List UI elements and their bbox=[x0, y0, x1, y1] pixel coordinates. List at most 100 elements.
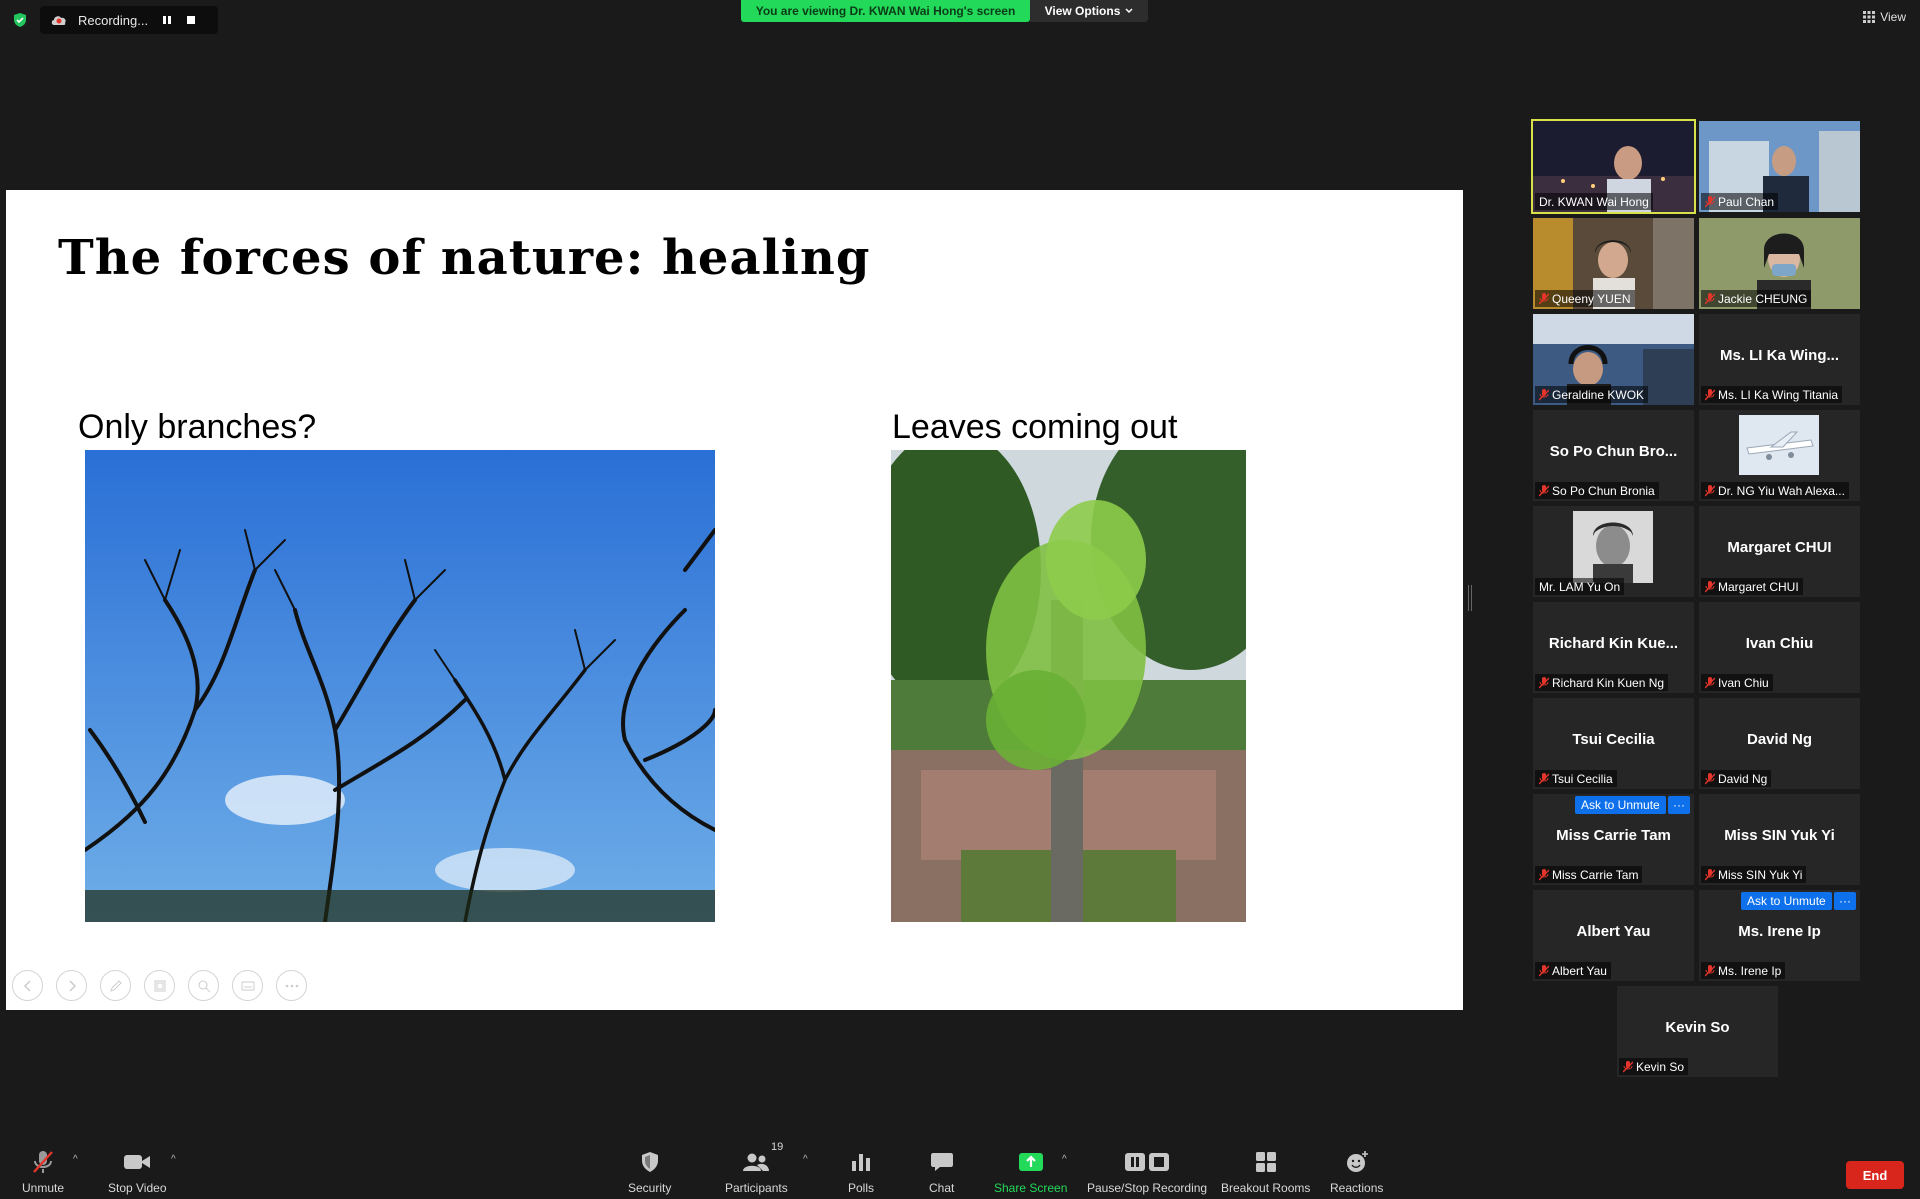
right-caption: Leaves coming out bbox=[892, 408, 1178, 446]
audio-options-caret[interactable]: ^ bbox=[73, 1154, 78, 1165]
breakout-rooms-label: Breakout Rooms bbox=[1221, 1181, 1311, 1195]
slide-annotation-toolbar bbox=[12, 970, 307, 1001]
cloud-recording-icon bbox=[51, 16, 66, 25]
bare-branches-photo bbox=[85, 450, 715, 922]
shared-screen: The forces of nature: healing Only branc… bbox=[6, 190, 1463, 1010]
participants-button[interactable]: Participants bbox=[725, 1147, 788, 1195]
participant-name-label: Dr. NG Yiu Wah Alexa... bbox=[1701, 482, 1849, 499]
microphone-muted-icon bbox=[1539, 484, 1549, 496]
reactions-button[interactable]: Reactions bbox=[1330, 1147, 1383, 1195]
arrow-right-icon bbox=[68, 979, 76, 992]
microphone-muted-icon bbox=[1705, 964, 1715, 976]
participant-name-label: Albert Yau bbox=[1535, 962, 1611, 979]
view-button[interactable]: View bbox=[1863, 10, 1906, 24]
participant-name: Jackie CHEUNG bbox=[1718, 291, 1808, 306]
participant-name-label: So Po Chun Bronia bbox=[1535, 482, 1659, 499]
panel-resize-handle[interactable] bbox=[1468, 585, 1472, 611]
participants-gallery: Dr. KWAN Wai Hong Paul Chan Queeny YUEN … bbox=[1531, 119, 1861, 1081]
participant-name: Richard Kin Kuen Ng bbox=[1552, 675, 1665, 690]
microphone-muted-icon bbox=[1539, 868, 1549, 880]
video-tile[interactable]: Ivan Chiu Ivan Chiu bbox=[1699, 602, 1860, 693]
participant-name: Ms. LI Ka Wing Titania bbox=[1718, 387, 1839, 402]
end-meeting-button[interactable]: End bbox=[1846, 1161, 1904, 1189]
zoom-button[interactable] bbox=[188, 970, 219, 1001]
share-screen-icon bbox=[1018, 1153, 1043, 1171]
leaves-coming-out-photo bbox=[891, 450, 1246, 922]
participant-name-label: Queeny YUEN bbox=[1535, 290, 1635, 307]
unmute-button[interactable]: Unmute bbox=[22, 1147, 64, 1195]
microphone-muted-icon bbox=[33, 1151, 53, 1173]
more-options-button[interactable]: ··· bbox=[1668, 796, 1690, 814]
microphone-muted-icon bbox=[1705, 868, 1715, 880]
video-tile[interactable]: Dr. KWAN Wai Hong bbox=[1531, 119, 1696, 214]
view-label: View bbox=[1880, 10, 1906, 24]
breakout-rooms-button[interactable]: Breakout Rooms bbox=[1221, 1147, 1310, 1195]
pause-recording-button[interactable] bbox=[158, 11, 176, 29]
polls-button[interactable]: Polls bbox=[848, 1147, 874, 1195]
slide-title: The forces of nature: healing bbox=[58, 230, 871, 286]
participant-name: Albert Yau bbox=[1552, 963, 1607, 978]
security-button[interactable]: Security bbox=[628, 1147, 671, 1195]
bar-chart-icon bbox=[852, 1154, 870, 1171]
slide-overview-button[interactable] bbox=[144, 970, 175, 1001]
video-tile[interactable]: Richard Kin Kue... Richard Kin Kuen Ng bbox=[1533, 602, 1694, 693]
share-screen-button[interactable]: Share Screen bbox=[994, 1147, 1067, 1195]
microphone-muted-icon bbox=[1705, 195, 1715, 207]
video-tile[interactable]: Margaret CHUI Margaret CHUI bbox=[1699, 506, 1860, 597]
view-options-label: View Options bbox=[1044, 4, 1121, 18]
video-tile[interactable]: Albert Yau Albert Yau bbox=[1533, 890, 1694, 981]
chat-label: Chat bbox=[929, 1181, 955, 1195]
participant-display-name: Margaret CHUI bbox=[1727, 539, 1832, 556]
previous-slide-button[interactable] bbox=[12, 970, 43, 1001]
microphone-muted-icon bbox=[1705, 484, 1715, 496]
pause-stop-recording-button[interactable]: Pause/Stop Recording bbox=[1087, 1147, 1207, 1195]
microphone-muted-icon bbox=[1539, 772, 1549, 784]
chat-button[interactable]: Chat bbox=[929, 1147, 954, 1195]
ask-to-unmute-button[interactable]: Ask to Unmute bbox=[1575, 796, 1666, 814]
video-tile[interactable]: Miss SIN Yuk Yi Miss SIN Yuk Yi bbox=[1699, 794, 1860, 885]
video-tile[interactable]: Geraldine KWOK bbox=[1533, 314, 1694, 405]
microphone-muted-icon bbox=[1705, 676, 1715, 688]
stop-video-button[interactable]: Stop Video bbox=[108, 1147, 167, 1195]
next-slide-button[interactable] bbox=[56, 970, 87, 1001]
participant-display-name: Ms. LI Ka Wing... bbox=[1719, 347, 1840, 364]
pen-tool-button[interactable] bbox=[100, 970, 131, 1001]
participant-display-name: So Po Chun Bro... bbox=[1549, 443, 1678, 460]
video-tile[interactable]: So Po Chun Bro... So Po Chun Bronia bbox=[1533, 410, 1694, 501]
participant-name: Paul Chan bbox=[1718, 194, 1775, 209]
microphone-muted-icon bbox=[1705, 292, 1715, 304]
video-tile[interactable]: Kevin So Kevin So bbox=[1617, 986, 1778, 1077]
video-tile[interactable]: Ms. LI Ka Wing... Ms. LI Ka Wing Titania bbox=[1699, 314, 1860, 405]
participant-name: So Po Chun Bronia bbox=[1552, 483, 1655, 498]
video-tile[interactable]: Tsui Cecilia Tsui Cecilia bbox=[1533, 698, 1694, 789]
meeting-toolbar: Unmute ^ Stop Video ^ Security Participa… bbox=[0, 1127, 1920, 1199]
view-options-button[interactable]: View Options bbox=[1030, 0, 1148, 22]
participant-name-label: Paul Chan bbox=[1701, 193, 1779, 210]
video-tile[interactable]: David Ng David Ng bbox=[1699, 698, 1860, 789]
more-options-button[interactable] bbox=[276, 970, 307, 1001]
participant-display-name: David Ng bbox=[1746, 731, 1812, 748]
stop-recording-button[interactable] bbox=[182, 11, 200, 29]
video-tile[interactable]: Ask to Unmute ··· Ms. Irene Ip Ms. Irene… bbox=[1699, 890, 1860, 981]
video-tile[interactable]: Mr. LAM Yu On bbox=[1533, 506, 1694, 597]
video-tile[interactable]: Paul Chan bbox=[1699, 121, 1860, 212]
share-screen-label: Share Screen bbox=[994, 1181, 1068, 1195]
participant-display-name: Albert Yau bbox=[1576, 923, 1651, 940]
participants-options-caret[interactable]: ^ bbox=[803, 1154, 808, 1165]
participant-name-label: Ms. Irene Ip bbox=[1701, 962, 1786, 979]
video-tile[interactable]: Queeny YUEN bbox=[1533, 218, 1694, 309]
video-tile[interactable]: Dr. NG Yiu Wah Alexa... bbox=[1699, 410, 1860, 501]
microphone-muted-icon bbox=[1705, 388, 1715, 400]
participants-count: 19 bbox=[771, 1141, 784, 1153]
more-options-button[interactable]: ··· bbox=[1834, 892, 1856, 910]
participant-name: Queeny YUEN bbox=[1552, 291, 1631, 306]
ask-to-unmute-button[interactable]: Ask to Unmute bbox=[1741, 892, 1832, 910]
grid-view-icon bbox=[1863, 11, 1876, 23]
magnifier-icon bbox=[198, 980, 210, 992]
unmute-label: Unmute bbox=[22, 1181, 65, 1195]
video-options-caret[interactable]: ^ bbox=[171, 1154, 176, 1165]
video-tile[interactable]: Ask to Unmute ··· Miss Carrie Tam Miss C… bbox=[1533, 794, 1694, 885]
video-tile[interactable]: Jackie CHEUNG bbox=[1699, 218, 1860, 309]
share-screen-options-caret[interactable]: ^ bbox=[1062, 1154, 1067, 1165]
subtitles-button[interactable] bbox=[232, 970, 263, 1001]
